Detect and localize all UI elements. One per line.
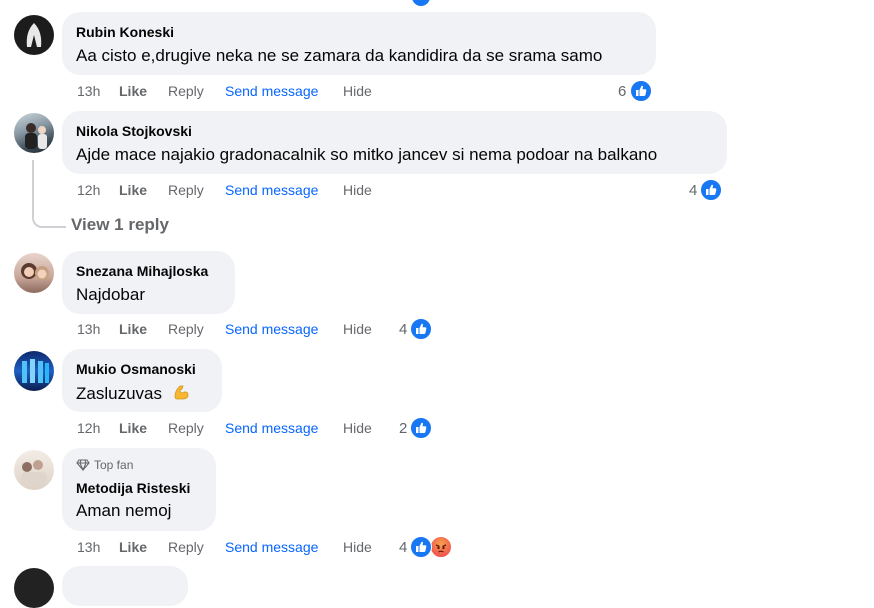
reply-link[interactable]: Reply: [168, 539, 204, 555]
comment-text: Aman nemoj: [76, 501, 172, 520]
reaction-summary[interactable]: 4: [688, 179, 728, 201]
hide-link[interactable]: Hide: [343, 182, 372, 198]
comment-author[interactable]: Mukio Osmanoski: [76, 361, 196, 377]
reaction-count: 6: [618, 83, 627, 100]
comment-bubble: Mukio Osmanoski Zasluzuvas: [62, 349, 222, 412]
send-message-link[interactable]: Send message: [225, 83, 318, 99]
comment-bubble: Snezana Mihajloska Najdobar: [62, 251, 235, 314]
avatar[interactable]: [14, 351, 54, 391]
avatar[interactable]: [14, 450, 54, 490]
thumbs-up-icon: [410, 536, 432, 558]
hide-link[interactable]: Hide: [343, 83, 372, 99]
avatar[interactable]: [14, 15, 54, 55]
avatar-image: [22, 359, 49, 383]
comment-text-value: Zasluzuvas: [76, 384, 162, 403]
comment-author[interactable]: Metodija Risteski: [76, 480, 190, 496]
send-message-link[interactable]: Send message: [225, 539, 318, 555]
thumbs-up-icon: [410, 318, 432, 340]
flexed-biceps-icon: [171, 382, 191, 407]
reply-link[interactable]: Reply: [168, 321, 204, 337]
comment-bubble: Nikola Stojkovski Ajde mace najakio grad…: [62, 111, 727, 174]
comment-actions: 13h Like Reply Send message Hide: [77, 321, 377, 339]
top-fan-label: Top fan: [94, 458, 134, 472]
comment-text: Zasluzuvas: [76, 382, 191, 407]
comment-text: Ajde mace najakio gradonacalnik so mitko…: [76, 145, 658, 164]
reply-thread-line: [32, 160, 66, 228]
comment-author[interactable]: Rubin Koneski: [76, 24, 174, 40]
reaction-count: 4: [689, 182, 698, 199]
reply-link[interactable]: Reply: [168, 420, 204, 436]
reaction-count: 2: [399, 420, 408, 437]
reply-link[interactable]: Reply: [168, 182, 204, 198]
comment-author[interactable]: Snezana Mihajloska: [76, 263, 208, 279]
send-message-link[interactable]: Send message: [225, 182, 318, 198]
like-link[interactable]: Like: [119, 182, 147, 198]
reaction-summary[interactable]: 4: [398, 318, 438, 340]
top-fan-badge: Top fan: [76, 458, 133, 474]
angry-face-icon: [430, 536, 452, 558]
thumbs-up-icon: [630, 80, 652, 102]
thumbs-up-icon: [410, 417, 432, 439]
previous-comment-reaction-partial: [412, 0, 430, 6]
like-link[interactable]: Like: [119, 321, 147, 337]
diamond-icon: [76, 459, 90, 474]
hide-link[interactable]: Hide: [343, 539, 372, 555]
comment-actions: 13h Like Reply Send message Hide: [77, 539, 377, 557]
send-message-link[interactable]: Send message: [225, 420, 318, 436]
like-link[interactable]: Like: [119, 83, 147, 99]
hide-link[interactable]: Hide: [343, 321, 372, 337]
comment-time[interactable]: 13h: [77, 321, 100, 337]
comment-text: Aa cisto e,drugive neka ne se zamara da …: [76, 46, 603, 65]
comment-time[interactable]: 12h: [77, 420, 100, 436]
reaction-summary[interactable]: 4: [398, 536, 458, 558]
thumbs-up-icon: [700, 179, 722, 201]
avatar-image: [21, 460, 47, 486]
comment-text: Najdobar: [76, 285, 145, 304]
comment-actions: 13h Like Reply Send message Hide: [77, 83, 377, 101]
comment-actions: 12h Like Reply Send message Hide: [77, 182, 377, 200]
comment-time[interactable]: 12h: [77, 182, 100, 198]
like-link[interactable]: Like: [119, 539, 147, 555]
avatar[interactable]: [14, 253, 54, 293]
avatar[interactable]: [14, 568, 54, 608]
avatar-image: [25, 123, 47, 149]
reaction-summary[interactable]: 6: [617, 80, 657, 102]
like-link[interactable]: Like: [119, 420, 147, 436]
comment-bubble: Top fan Metodija Risteski Aman nemoj: [62, 448, 216, 531]
send-message-link[interactable]: Send message: [225, 321, 318, 337]
avatar[interactable]: [14, 113, 54, 153]
avatar-image: [21, 263, 49, 280]
reaction-summary[interactable]: 2: [398, 417, 438, 439]
avatar-image: [26, 23, 42, 47]
comment-time[interactable]: 13h: [77, 539, 100, 555]
view-replies-link[interactable]: View 1 reply: [71, 215, 169, 235]
comment-actions: 12h Like Reply Send message Hide: [77, 420, 377, 438]
hide-link[interactable]: Hide: [343, 420, 372, 436]
reaction-count: 4: [399, 539, 408, 556]
comment-bubble: [62, 566, 188, 606]
comment-author[interactable]: Nikola Stojkovski: [76, 123, 192, 139]
comment-bubble: Rubin Koneski Aa cisto e,drugive neka ne…: [62, 12, 656, 75]
comment-time[interactable]: 13h: [77, 83, 100, 99]
reply-link[interactable]: Reply: [168, 83, 204, 99]
reaction-count: 4: [399, 321, 408, 338]
